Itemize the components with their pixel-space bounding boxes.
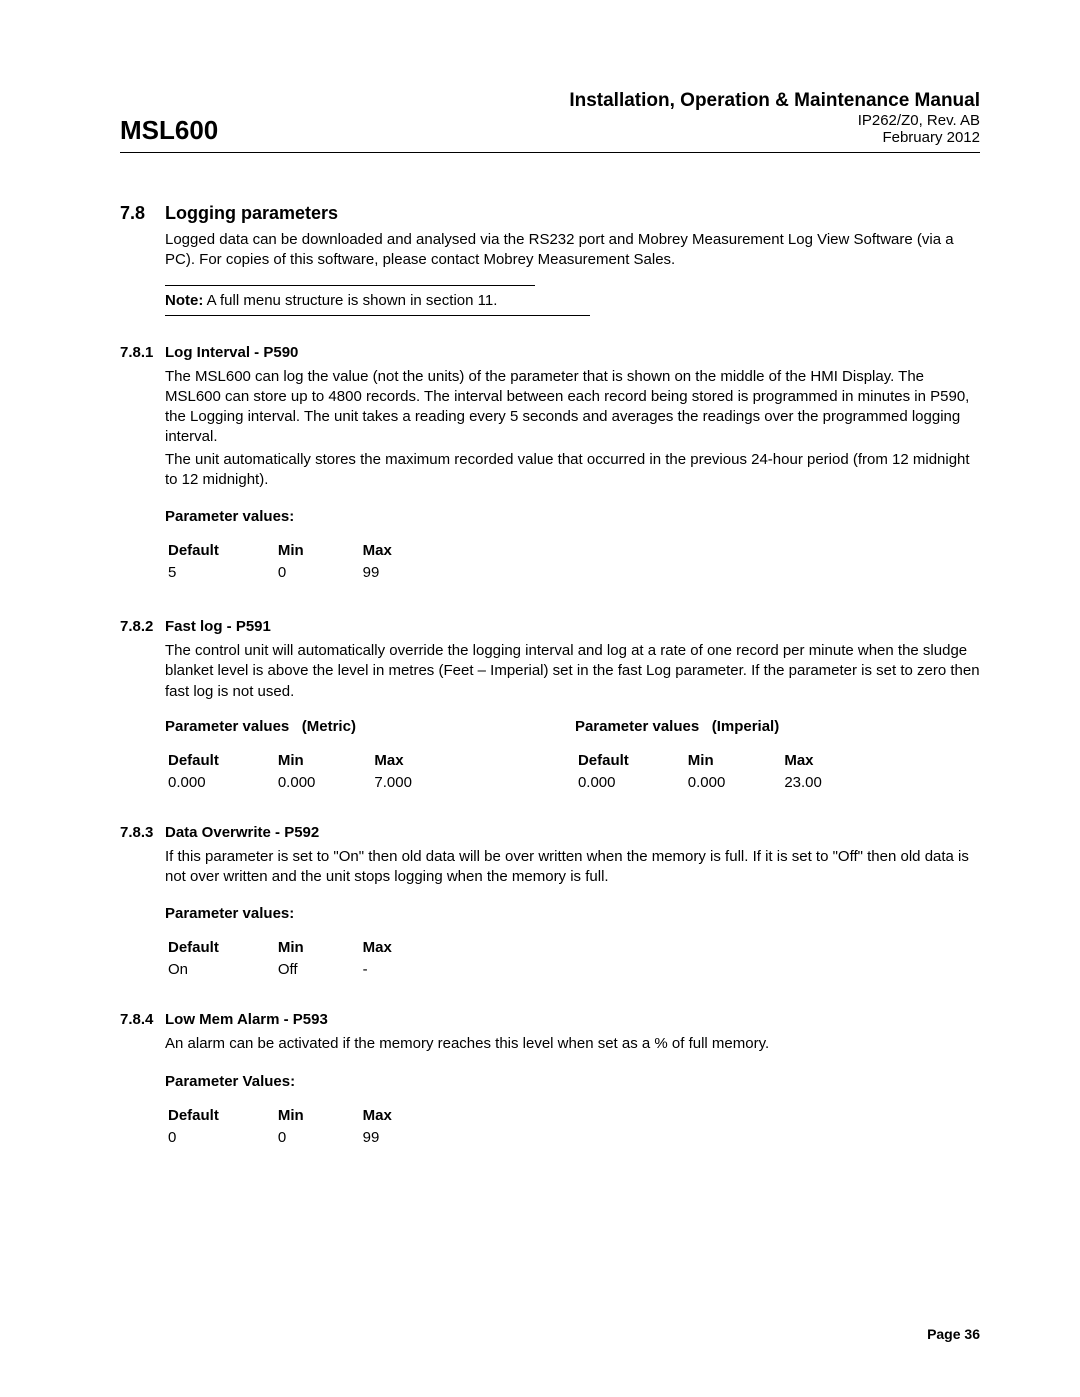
- param-table: Default Min Max 5 0 99: [165, 539, 450, 584]
- subsection-title: Low Mem Alarm - P593: [165, 1011, 328, 1028]
- col-min: Min: [277, 938, 360, 958]
- val-default: 0.000: [577, 773, 685, 792]
- table-row: 0 0 99: [167, 1128, 448, 1147]
- subsection-heading: 7.8.2 Fast log - P591: [120, 618, 980, 635]
- subsection-body: The control unit will automatically over…: [165, 641, 980, 702]
- subsection-heading: 7.8.1 Log Interval - P590: [120, 344, 980, 361]
- note-body: A full menu structure is shown in sectio…: [207, 292, 498, 309]
- note-rule-bottom-icon: [165, 315, 590, 316]
- metric-heading: Parameter values (Metric): [165, 718, 470, 735]
- val-min: 0: [277, 563, 360, 582]
- page-header: MSL600 Installation, Operation & Mainten…: [120, 90, 980, 153]
- col-max: Max: [362, 541, 448, 561]
- col-default: Default: [167, 541, 275, 561]
- note-rule-top-icon: [165, 285, 535, 286]
- section-number: 7.8: [120, 203, 165, 224]
- subsection-number: 7.8.4: [120, 1011, 165, 1028]
- col-default: Default: [167, 751, 275, 771]
- param-table: Default Min Max On Off -: [165, 936, 450, 981]
- val-max: 7.000: [373, 773, 468, 792]
- subsection-number: 7.8.1: [120, 344, 165, 361]
- param-values-label: Parameter Values:: [165, 1073, 980, 1090]
- table-row: Default Min Max: [167, 541, 448, 561]
- col-min: Min: [687, 751, 782, 771]
- val-default: 5: [167, 563, 275, 582]
- col-max: Max: [373, 751, 468, 771]
- imperial-units: (Imperial): [712, 718, 780, 735]
- manual-title: Installation, Operation & Maintenance Ma…: [569, 90, 980, 112]
- subsection-title: Log Interval - P590: [165, 344, 298, 361]
- param-table: Default Min Max 0.000 0.000 23.00: [575, 749, 880, 794]
- col-max: Max: [362, 938, 448, 958]
- val-max: -: [362, 960, 448, 979]
- model-label: MSL600: [120, 115, 218, 146]
- subsection-heading: 7.8.3 Data Overwrite - P592: [120, 824, 980, 841]
- imperial-label: Parameter values: [575, 718, 699, 735]
- col-default: Default: [577, 751, 685, 771]
- metric-label: Parameter values: [165, 718, 289, 735]
- val-min: 0.000: [277, 773, 372, 792]
- col-min: Min: [277, 751, 372, 771]
- val-min: 0.000: [687, 773, 782, 792]
- val-max: 99: [362, 1128, 448, 1147]
- doc-ref: IP262/Z0, Rev. AB: [569, 112, 980, 129]
- subsection-heading: 7.8.4 Low Mem Alarm - P593: [120, 1011, 980, 1028]
- val-max: 99: [362, 563, 448, 582]
- dual-tables: Parameter values (Metric) Default Min Ma…: [120, 718, 980, 794]
- header-right: Installation, Operation & Maintenance Ma…: [569, 90, 980, 146]
- metric-column: Parameter values (Metric) Default Min Ma…: [165, 718, 470, 794]
- section-heading: 7.8 Logging parameters: [120, 203, 980, 224]
- subsection-title: Data Overwrite - P592: [165, 824, 319, 841]
- table-row: On Off -: [167, 960, 448, 979]
- col-default: Default: [167, 938, 275, 958]
- note-box: Note: A full menu structure is shown in …: [165, 285, 980, 316]
- section-title: Logging parameters: [165, 203, 338, 224]
- col-max: Max: [362, 1106, 448, 1126]
- param-table: Default Min Max 0 0 99: [165, 1104, 450, 1149]
- val-default: On: [167, 960, 275, 979]
- imperial-column: Parameter values (Imperial) Default Min …: [575, 718, 880, 794]
- val-default: 0: [167, 1128, 275, 1147]
- note-text: Note: A full menu structure is shown in …: [165, 292, 980, 309]
- col-min: Min: [277, 541, 360, 561]
- imperial-heading: Parameter values (Imperial): [575, 718, 880, 735]
- subsection-body: An alarm can be activated if the memory …: [165, 1034, 980, 1054]
- val-min: 0: [277, 1128, 360, 1147]
- param-values-label: Parameter values:: [165, 905, 980, 922]
- table-row: Default Min Max: [167, 1106, 448, 1126]
- subsection-number: 7.8.2: [120, 618, 165, 635]
- val-min: Off: [277, 960, 360, 979]
- subsection-number: 7.8.3: [120, 824, 165, 841]
- subsection-title: Fast log - P591: [165, 618, 271, 635]
- param-values-label: Parameter values:: [165, 508, 980, 525]
- table-row: Default Min Max: [577, 751, 878, 771]
- subsection-body: The MSL600 can log the value (not the un…: [165, 367, 980, 448]
- page-footer: Page 36: [927, 1326, 980, 1342]
- val-max: 23.00: [783, 773, 878, 792]
- metric-units: (Metric): [302, 718, 356, 735]
- doc-date: February 2012: [569, 129, 980, 146]
- table-row: 0.000 0.000 7.000: [167, 773, 468, 792]
- col-max: Max: [783, 751, 878, 771]
- subsection-body: If this parameter is set to "On" then ol…: [165, 847, 980, 888]
- subsection-body: The unit automatically stores the maximu…: [165, 450, 980, 491]
- note-label: Note:: [165, 292, 203, 309]
- page: MSL600 Installation, Operation & Mainten…: [0, 0, 1080, 1397]
- table-row: 0.000 0.000 23.00: [577, 773, 878, 792]
- param-table: Default Min Max 0.000 0.000 7.000: [165, 749, 470, 794]
- section-intro: Logged data can be downloaded and analys…: [165, 230, 980, 271]
- col-min: Min: [277, 1106, 360, 1126]
- col-default: Default: [167, 1106, 275, 1126]
- table-row: 5 0 99: [167, 563, 448, 582]
- table-row: Default Min Max: [167, 938, 448, 958]
- table-row: Default Min Max: [167, 751, 468, 771]
- val-default: 0.000: [167, 773, 275, 792]
